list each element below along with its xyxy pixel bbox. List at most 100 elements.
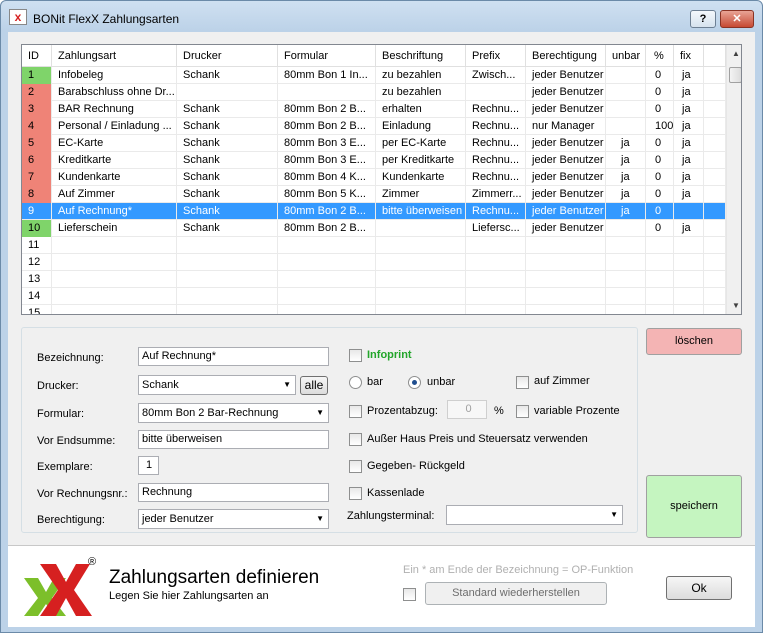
unbar-radio[interactable] <box>408 376 421 389</box>
drucker-select[interactable]: Schank ▼ <box>138 375 296 395</box>
column-header-unbar[interactable]: unbar <box>606 45 646 67</box>
cell-fix: ja <box>674 84 704 101</box>
infoprint-checkbox[interactable] <box>349 349 362 362</box>
chevron-down-icon: ▼ <box>316 514 324 523</box>
table-row[interactable]: 7 Kundenkarte Schank 80mm Bon 4 K... Kundenk… <box>22 169 726 186</box>
auf-zimmer-checkbox[interactable] <box>516 376 529 389</box>
table-row[interactable]: 15 <box>22 305 726 314</box>
column-header-berechtigung[interactable]: Berechtigung <box>526 45 606 67</box>
table-row[interactable]: 8 Auf Zimmer Schank 80mm Bon 5 K... Zimmer Zi… <box>22 186 726 203</box>
cell-prefix <box>466 237 526 254</box>
table-row[interactable]: 12 <box>22 254 726 271</box>
help-button[interactable]: ? <box>690 10 716 28</box>
exemplare-input[interactable]: 1 <box>138 456 159 475</box>
cell-drucker <box>177 288 278 305</box>
zahlungsterminal-label: Zahlungsterminal: <box>347 510 435 522</box>
cell-fix: ja <box>674 220 704 237</box>
column-header-formular[interactable]: Formular <box>278 45 376 67</box>
cell-id: 13 <box>22 271 52 288</box>
cell-beschriftung: zu bezahlen <box>376 84 466 101</box>
payment-types-table[interactable]: ID Zahlungsart Drucker Formular Beschrif… <box>21 44 742 315</box>
table-row[interactable]: 10 Lieferschein Schank 80mm Bon 2 B... Liefe… <box>22 220 726 237</box>
cell-unbar <box>606 67 646 84</box>
table-row[interactable]: 6 Kreditkarte Schank 80mm Bon 3 E... per Kre… <box>22 152 726 169</box>
bezeichnung-input[interactable]: Auf Rechnung* <box>138 347 329 366</box>
table-row[interactable]: 3 BAR Rechnung Schank 80mm Bon 2 B... erhalt… <box>22 101 726 118</box>
cell-beschriftung: zu bezahlen <box>376 67 466 84</box>
cell-zahlungsart <box>52 271 177 288</box>
cell-spacer <box>704 169 726 186</box>
chevron-down-icon: ▼ <box>610 510 618 519</box>
cell-id: 1 <box>22 67 52 84</box>
bar-label: bar <box>367 376 383 388</box>
cell-zahlungsart: Infobeleg <box>52 67 177 84</box>
standard-checkbox[interactable] <box>403 588 416 601</box>
vor-endsumme-label: Vor Endsumme: <box>37 435 116 447</box>
cell-fix: ja <box>674 152 704 169</box>
table-row[interactable]: 4 Personal / Einladung ... Schank 80mm Bon … <box>22 118 726 135</box>
loeschen-button[interactable]: löschen <box>646 328 742 355</box>
variable-prozente-checkbox[interactable] <box>516 405 529 418</box>
formular-select[interactable]: 80mm Bon 2 Bar-Rechnung ▼ <box>138 403 329 423</box>
cell-id: 9 <box>22 203 52 220</box>
ok-button[interactable]: Ok <box>666 576 732 600</box>
cell-formular: 80mm Bon 1 In... <box>278 67 376 84</box>
column-header-prefix[interactable]: Prefix <box>466 45 526 67</box>
cell-beschriftung: bitte überweisen <box>376 203 466 220</box>
cell-drucker <box>177 84 278 101</box>
table-row[interactable]: 11 <box>22 237 726 254</box>
cell-drucker: Schank <box>177 152 278 169</box>
cell-berechtigung <box>526 271 606 288</box>
table-row[interactable]: 14 <box>22 288 726 305</box>
window-title: BONit FlexX Zahlungsarten <box>33 12 180 26</box>
cell-spacer <box>704 135 726 152</box>
app-logo-icon: x <box>9 9 27 25</box>
cell-prefix: Rechnu... <box>466 152 526 169</box>
cell-drucker <box>177 305 278 314</box>
kassenlade-checkbox[interactable] <box>349 487 362 500</box>
cell-spacer <box>704 203 726 220</box>
table-row[interactable]: 13 <box>22 271 726 288</box>
vor-rechnungsnr-input[interactable]: Rechnung <box>138 483 329 502</box>
close-button[interactable]: ✕ <box>720 10 754 28</box>
cell-spacer <box>704 271 726 288</box>
cell-berechtigung: jeder Benutzer <box>526 67 606 84</box>
cell-id: 8 <box>22 186 52 203</box>
bar-radio[interactable] <box>349 376 362 389</box>
infoprint-label: Infoprint <box>367 349 412 361</box>
column-header-percent[interactable]: % <box>646 45 674 67</box>
rueckgeld-checkbox[interactable] <box>349 460 362 473</box>
cell-berechtigung <box>526 254 606 271</box>
table-row[interactable]: 5 EC-Karte Schank 80mm Bon 3 E... per EC-Kar… <box>22 135 726 152</box>
alle-button[interactable]: alle <box>300 376 328 395</box>
speichern-button[interactable]: speichern <box>646 475 742 538</box>
scroll-thumb[interactable] <box>729 67 741 83</box>
cell-formular: 80mm Bon 2 B... <box>278 203 376 220</box>
scroll-down-icon[interactable]: ▼ <box>732 301 740 310</box>
berechtigung-select[interactable]: jeder Benutzer ▼ <box>138 509 329 529</box>
table-row[interactable]: 9 Auf Rechnung* Schank 80mm Bon 2 B... bitte… <box>22 203 726 220</box>
cell-prefix <box>466 288 526 305</box>
standard-wiederherstellen-button[interactable]: Standard wiederherstellen <box>425 582 607 605</box>
table-row[interactable]: 1 Infobeleg Schank 80mm Bon 1 In... zu bezah… <box>22 67 726 84</box>
prozentabzug-checkbox[interactable] <box>349 405 362 418</box>
table-scrollbar[interactable]: ▲ ▼ <box>726 45 741 314</box>
chevron-down-icon: ▼ <box>316 408 324 417</box>
column-header-drucker[interactable]: Drucker <box>177 45 278 67</box>
column-header-id[interactable]: ID <box>22 45 52 67</box>
cell-prefix <box>466 254 526 271</box>
cell-berechtigung <box>526 305 606 314</box>
prozentabzug-input[interactable]: 0 <box>447 400 487 419</box>
vor-endsumme-input[interactable]: bitte überweisen <box>138 430 329 449</box>
rueckgeld-label: Gegeben- Rückgeld <box>367 460 465 472</box>
vor-rechnungsnr-label: Vor Rechnungsnr.: <box>37 488 128 500</box>
zahlungsterminal-select[interactable]: ▼ <box>446 505 623 525</box>
column-header-zahlungsart[interactable]: Zahlungsart <box>52 45 177 67</box>
scroll-up-icon[interactable]: ▲ <box>732 49 740 58</box>
cell-percent: 0 <box>646 169 674 186</box>
cell-spacer <box>704 101 726 118</box>
table-row[interactable]: 2 Barabschluss ohne Dr... zu bezahlen jeder… <box>22 84 726 101</box>
column-header-fix[interactable]: fix <box>674 45 704 67</box>
column-header-beschriftung[interactable]: Beschriftung <box>376 45 466 67</box>
ausser-haus-checkbox[interactable] <box>349 433 362 446</box>
